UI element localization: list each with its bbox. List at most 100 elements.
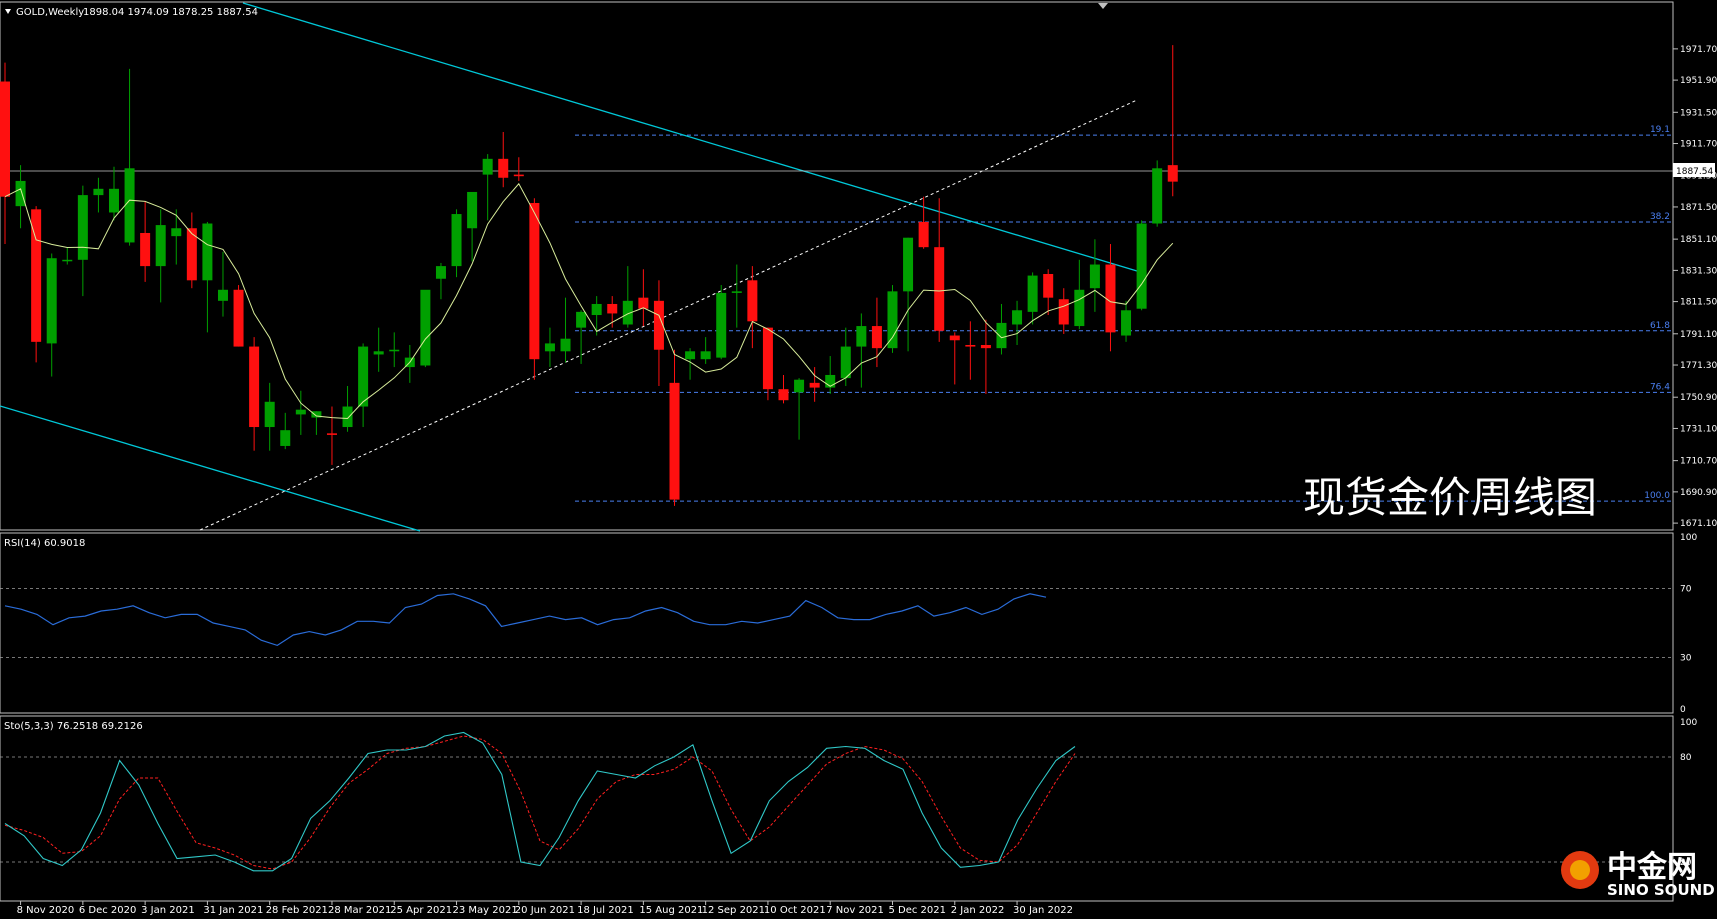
time-tick-label: 31 Jan 2021 xyxy=(203,905,263,916)
time-tick-label: 10 Oct 2021 xyxy=(764,905,826,916)
logo-chinese-text: 中金网 xyxy=(1607,850,1697,885)
candle-body[interactable] xyxy=(794,379,805,393)
candle-body[interactable] xyxy=(762,327,773,390)
candle-body[interactable] xyxy=(887,291,898,349)
chart-watermark-title: 现货金价周线图 xyxy=(1303,473,1597,522)
candle-body[interactable] xyxy=(918,221,929,248)
time-tick-label: 12 Sep 2021 xyxy=(702,905,765,916)
candle-body[interactable] xyxy=(280,430,291,446)
candle-body[interactable] xyxy=(1152,168,1163,224)
time-tick-label: 5 Dec 2021 xyxy=(888,905,946,916)
symbol-label: GOLD,Weekly xyxy=(16,7,84,18)
candle-body[interactable] xyxy=(295,409,306,415)
candle-body[interactable] xyxy=(93,188,104,196)
candle-body[interactable] xyxy=(140,232,151,267)
candle-body[interactable] xyxy=(435,266,446,279)
time-tick-label: 15 Aug 2021 xyxy=(639,905,703,916)
candle-body[interactable] xyxy=(1167,165,1178,182)
candle-body[interactable] xyxy=(949,335,960,341)
candle-body[interactable] xyxy=(1012,310,1023,325)
fib-level-label: 38.2 xyxy=(1650,212,1670,222)
gold-weekly-chart[interactable]: 19.1 38.2 61.8 76.4 100.0 1971.70 1951.90 1931… xyxy=(0,0,1717,919)
price-tick-label: 1851.10 xyxy=(1680,235,1717,245)
candle-body[interactable] xyxy=(747,280,758,322)
candle-body[interactable] xyxy=(607,303,618,314)
candle-body[interactable] xyxy=(965,344,976,347)
candle-body[interactable] xyxy=(326,433,337,435)
candle-body[interactable] xyxy=(700,351,711,360)
candle-body[interactable] xyxy=(980,344,991,349)
candle-body[interactable] xyxy=(731,291,742,293)
price-tick-label: 1811.50 xyxy=(1680,298,1717,308)
candle-body[interactable] xyxy=(1136,223,1147,309)
time-tick-label: 28 Feb 2021 xyxy=(266,905,328,916)
price-tick-label: 1671.10 xyxy=(1680,519,1717,529)
candle-body[interactable] xyxy=(1089,264,1100,289)
candle-body[interactable] xyxy=(0,81,10,197)
candle-body[interactable] xyxy=(217,289,228,301)
candle-body[interactable] xyxy=(871,326,882,349)
candle-body[interactable] xyxy=(108,188,119,213)
candle-body[interactable] xyxy=(1027,275,1038,312)
candle-body[interactable] xyxy=(544,343,555,352)
fib-level-label: 19.1 xyxy=(1650,125,1670,135)
candle-body[interactable] xyxy=(358,346,369,407)
candle-body[interactable] xyxy=(513,174,524,177)
candle-body[interactable] xyxy=(15,180,26,207)
candle-body[interactable] xyxy=(498,158,509,178)
candle-body[interactable] xyxy=(840,346,851,379)
rsi-tick-label: 0 xyxy=(1680,705,1686,715)
price-tick-label: 1951.90 xyxy=(1680,76,1717,86)
candle-body[interactable] xyxy=(1121,310,1132,336)
fib-level-label: 76.4 xyxy=(1650,382,1670,392)
candle-body[interactable] xyxy=(249,346,260,428)
time-tick-label: 30 Jan 2022 xyxy=(1013,905,1073,916)
candle-body[interactable] xyxy=(716,292,727,358)
price-tick-label: 1710.70 xyxy=(1680,457,1717,467)
candle-body[interactable] xyxy=(77,195,88,260)
rsi-tick-label: 70 xyxy=(1680,585,1692,595)
candle-body[interactable] xyxy=(451,214,462,267)
candle-body[interactable] xyxy=(124,168,135,243)
candle-body[interactable] xyxy=(1058,299,1069,325)
candle-body[interactable] xyxy=(903,237,914,292)
candle-body[interactable] xyxy=(856,326,867,347)
stochastic-title: Sto(5,3,3) 76.2518 69.2126 xyxy=(4,721,143,732)
candle-body[interactable] xyxy=(685,351,696,360)
candle-body[interactable] xyxy=(482,158,493,175)
candle-body[interactable] xyxy=(389,349,400,352)
candle-body[interactable] xyxy=(420,289,431,366)
candle-body[interactable] xyxy=(62,259,73,262)
current-price-label: 1887.54 xyxy=(1676,167,1713,177)
candle-body[interactable] xyxy=(171,228,182,237)
candle-body[interactable] xyxy=(669,382,680,500)
candle-body[interactable] xyxy=(264,401,275,428)
candle-body[interactable] xyxy=(1043,274,1054,298)
chart-background xyxy=(0,0,1717,919)
stochastic-tick-label: 100 xyxy=(1680,718,1697,728)
candle-body[interactable] xyxy=(155,225,166,267)
price-tick-label: 1791.10 xyxy=(1680,330,1717,340)
candle-body[interactable] xyxy=(1105,264,1116,333)
candle-body[interactable] xyxy=(778,389,789,401)
candle-body[interactable] xyxy=(233,289,244,347)
price-tick-label: 1931.50 xyxy=(1680,108,1717,118)
fib-level-label: 61.8 xyxy=(1650,321,1670,331)
candle-body[interactable] xyxy=(342,406,353,428)
candle-body[interactable] xyxy=(638,297,649,309)
price-tick-label: 1750.90 xyxy=(1680,393,1717,403)
candle-body[interactable] xyxy=(529,203,540,360)
candle-body[interactable] xyxy=(373,351,384,355)
fib-level-label: 100.0 xyxy=(1644,491,1670,501)
candle-body[interactable] xyxy=(560,338,571,352)
candle-body[interactable] xyxy=(809,382,820,388)
candle-body[interactable] xyxy=(1074,289,1085,327)
candle-body[interactable] xyxy=(934,247,945,331)
candle-body[interactable] xyxy=(576,311,587,328)
candle-body[interactable] xyxy=(996,322,1007,349)
candle-body[interactable] xyxy=(202,223,213,281)
candle-body[interactable] xyxy=(46,258,57,344)
candle-body[interactable] xyxy=(467,191,478,229)
candle-body[interactable] xyxy=(591,303,602,316)
candle-body[interactable] xyxy=(825,374,836,388)
